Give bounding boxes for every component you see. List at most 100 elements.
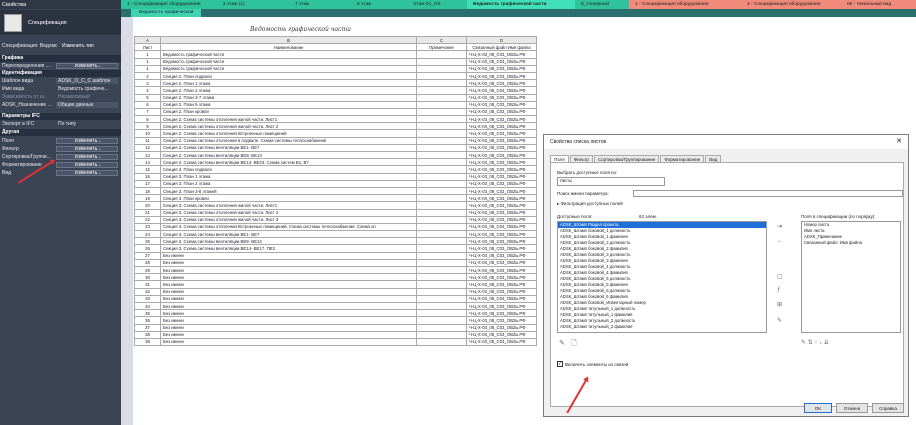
table-cell[interactable]: Секция 2. План кровли <box>160 107 417 117</box>
table-cell[interactable]: 32 <box>134 287 161 296</box>
spec-edit-icon[interactable]: ✎ ⇅ ↑ ↓ ⇊ <box>801 339 829 346</box>
table-cell[interactable]: 16 <box>134 172 161 181</box>
table-cell[interactable]: Ч-Ц-Х-03_08_С03_ОВ2Ь.РФ <box>466 316 537 325</box>
table-cell[interactable] <box>416 186 467 196</box>
table-row[interactable]: 11 Секция 2. Схема системы отопления в по… <box>134 136 537 145</box>
table-cell[interactable]: Ч-Ц-Х-03_08_С03_ОВ2Ь.РФ <box>466 273 537 282</box>
table-cell[interactable] <box>416 64 467 73</box>
view-tab[interactable]: 00 - Начальный вид <box>841 0 916 9</box>
table-cell[interactable] <box>416 122 467 131</box>
table-cell[interactable] <box>416 337 467 347</box>
section-other[interactable]: Другая <box>0 129 121 136</box>
table-cell[interactable]: Без имени <box>160 258 417 268</box>
table-cell[interactable]: Секция 2. Схема системы отопления в подв… <box>160 136 417 145</box>
table-cell[interactable] <box>416 179 467 188</box>
table-cell[interactable]: 31 <box>134 280 161 289</box>
view-tab[interactable]: 7 этаж <box>289 0 351 9</box>
filter-edit-button[interactable]: Изменить... <box>56 145 118 152</box>
table-cell[interactable] <box>416 115 467 124</box>
table-cell[interactable]: Секция 2. Схема системы отопления Встрое… <box>160 129 417 138</box>
table-row[interactable]: 34 Без имени Ч-Ц-Х-03_08_С03_ОВ2Ь.РФ <box>134 301 537 311</box>
table-cell[interactable]: 29 <box>134 265 161 275</box>
table-row[interactable]: 25 Секция 3. Схема системы вентиляции ВЕ8… <box>134 237 537 246</box>
table-cell[interactable]: 2 <box>134 71 161 81</box>
table-cell[interactable]: Ч-Ц-Х-03_08_С03_ОВ2Ь.РФ <box>466 309 537 318</box>
table-row[interactable]: 1 Ведомость графической части Ч-Ц-Х-03_08_… <box>134 64 537 73</box>
table-cell[interactable]: Ч-Ц-Х-03_08_С03_ОВ2Ь.РФ <box>466 230 537 239</box>
table-cell[interactable]: Ч-Ц-Х-03_08_С03_ОВ2Ь.РФ <box>466 64 537 73</box>
table-cell[interactable]: Ч-Ц-Х-03_08_С03_ОВ2Ь.РФ <box>466 330 537 339</box>
table-cell[interactable] <box>416 172 467 181</box>
formatting-edit-button[interactable]: Изменить... <box>56 161 118 168</box>
tab-schedule[interactable]: Ведомость графической части <box>131 9 201 23</box>
view-tab[interactable]: Этаж 01_ОХ <box>407 0 467 9</box>
table-cell[interactable]: 28 <box>134 258 161 268</box>
table-cell[interactable] <box>416 301 467 311</box>
table-row[interactable]: 16 Секция 3. План 1 этажа Ч-Ц-Х-03_08_С03_… <box>134 172 537 181</box>
table-cell[interactable]: 22 <box>134 215 161 224</box>
table-cell[interactable]: Без имени <box>160 316 417 325</box>
table-cell[interactable]: Ч-Ц-Х-03_08_С03_ОВ2Ь.РФ <box>466 215 537 224</box>
table-cell[interactable]: Секция 2. Схема системы отопления жилой … <box>160 115 417 124</box>
table-row[interactable]: 37 Без имени Ч-Ц-Х-03_08_С03_ОВ2Ь.РФ <box>134 323 537 332</box>
table-row[interactable]: 1 Ведомость графической части Ч-Ц-Х-03_08_… <box>134 50 537 59</box>
table-row[interactable]: 10 Секция 2. Схема системы отопления Встр… <box>134 129 537 138</box>
table-cell[interactable]: Секция 2. План 3-7 этажа <box>160 93 417 102</box>
table-cell[interactable]: 21 <box>134 208 161 217</box>
column-letter[interactable]: D <box>466 35 537 45</box>
table-cell[interactable] <box>416 150 467 160</box>
appearance-edit-button[interactable]: Изменить... <box>56 169 118 176</box>
table-cell[interactable]: Секция 3. План 1 этажа <box>160 172 417 181</box>
table-cell[interactable] <box>416 143 467 153</box>
edit-pencil-icon[interactable]: ✎ <box>559 339 565 347</box>
view-tab[interactable]: 8 этаж <box>351 0 407 9</box>
instance-filter[interactable]: Спецификация: Ведомс <box>0 43 62 49</box>
table-cell[interactable] <box>416 100 467 109</box>
table-cell[interactable]: 1 <box>134 64 161 73</box>
table-cell[interactable]: Ч-Ц-Х-03_08_С03_ОВ2Ь.РФ <box>466 150 537 160</box>
filter-available-toggle[interactable]: ▸ Фильтрация доступных полей <box>557 201 623 207</box>
fields-edit-button[interactable]: Изменить... <box>56 137 118 144</box>
table-cell[interactable]: Ведомость графической части <box>160 50 417 59</box>
table-row[interactable]: 15 Секция 3. План подвала Ч-Ц-Х-03_08_С03_… <box>134 165 537 174</box>
table-cell[interactable]: 13 <box>134 150 161 160</box>
view-tab[interactable]: 1 - Спецификация оборудования <box>629 0 741 9</box>
fields-source-select[interactable]: Листы <box>557 177 665 186</box>
table-row[interactable]: 22 Секция 3. Схема системы отопления жило… <box>134 215 537 224</box>
table-cell[interactable]: Ч-Ц-Х-03_08_С03_ОВ2Ь.РФ <box>466 143 537 153</box>
list-item[interactable]: ADSK_Штамп титульный_2 фамилия <box>558 324 766 330</box>
table-cell[interactable]: 36 <box>134 316 161 325</box>
table-cell[interactable]: 10 <box>134 129 161 138</box>
purpose-value[interactable]: Общие данные <box>56 101 118 108</box>
table-cell[interactable] <box>416 244 467 253</box>
calculated-value-icon[interactable]: ƒ <box>777 287 780 293</box>
table-cell[interactable]: Без имени <box>160 294 417 303</box>
table-cell[interactable]: Ч-Ц-Х-03_08_С03_ОВ2Ь.РФ <box>466 57 537 66</box>
table-cell[interactable]: Без имени <box>160 330 417 339</box>
section-graphics[interactable]: Графика <box>0 55 121 62</box>
table-cell[interactable]: 8 <box>134 115 161 124</box>
table-cell[interactable]: Ч-Ц-Х-03_08_С03_ОВ2Ь.РФ <box>466 93 537 102</box>
table-cell[interactable]: 9 <box>134 122 161 131</box>
table-cell[interactable]: Ч-Ц-Х-03_08_С03_ОВ2Ь.РФ <box>466 294 537 303</box>
table-cell[interactable]: Ч-Ц-Х-03_08_С03_ОВ2Ь.РФ <box>466 222 537 232</box>
table-cell[interactable]: Ч-Ц-Х-03_08_С03_ОВ2Ь.РФ <box>466 79 537 88</box>
table-cell[interactable]: Секция 3. Схема системы отопления жилой … <box>160 201 417 210</box>
delete-icon[interactable]: 🗋 <box>571 339 577 350</box>
table-cell[interactable]: Секция 2. Схема системы вентиляции ВЕ1- … <box>160 143 417 153</box>
table-cell[interactable]: 35 <box>134 309 161 318</box>
table-row[interactable]: 7 Секция 2. План кровли Ч-Ц-Х-03_08_С03_ОВ… <box>134 107 537 117</box>
table-row[interactable]: 29 Без имени Ч-Ц-Х-03_08_С03_ОВ2Ь.РФ <box>134 265 537 275</box>
table-cell[interactable]: Без имени <box>160 251 417 260</box>
table-cell[interactable]: 11 <box>134 136 161 145</box>
table-row[interactable]: 38 Без имени Ч-Ц-Х-03_08_С03_ОВ2Ь.РФ <box>134 330 537 339</box>
list-item[interactable]: Связанный файл: Имя файла <box>802 240 900 246</box>
table-cell[interactable]: 30 <box>134 273 161 282</box>
table-cell[interactable]: Секция 3. План подвала <box>160 165 417 174</box>
view-tab[interactable]: 2 этаж (1) <box>217 0 289 9</box>
table-row[interactable]: 35 Без имени Ч-Ц-Х-03_08_С03_ОВ2Ь.РФ <box>134 309 537 318</box>
column-letter[interactable]: B <box>160 35 417 45</box>
table-cell[interactable]: 3 <box>134 79 161 88</box>
column-letter[interactable]: A <box>134 35 161 45</box>
table-cell[interactable]: Секция 3. План 2 этажа <box>160 179 417 188</box>
